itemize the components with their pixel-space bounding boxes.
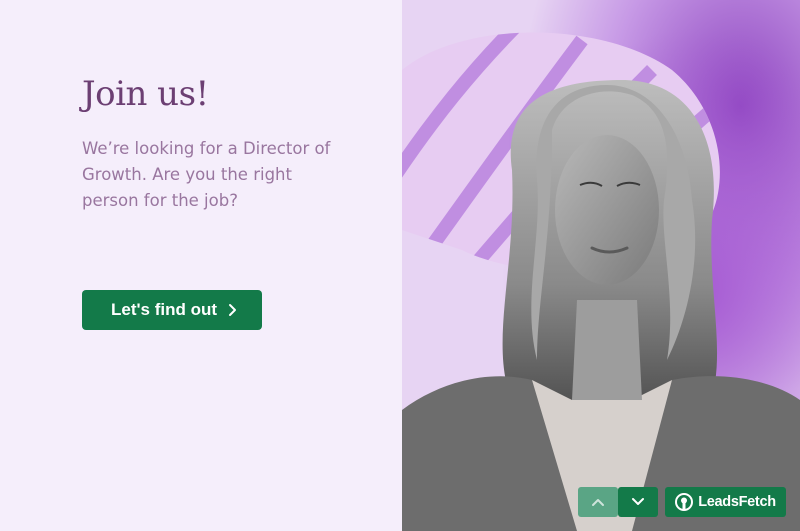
portrait-illustration xyxy=(402,0,800,531)
next-button[interactable] xyxy=(618,487,658,517)
hero-image xyxy=(402,0,800,531)
chevron-up-icon xyxy=(592,499,604,506)
job-description: We’re looking for a Director of Growth. … xyxy=(82,139,331,210)
previous-button[interactable] xyxy=(578,487,618,517)
leadsfetch-badge[interactable]: LeadsFetch xyxy=(665,487,786,517)
page-title: Join us! xyxy=(82,74,209,114)
page: Join us! We’re looking for a Director of… xyxy=(0,0,800,531)
lets-find-out-button[interactable]: Let's find out xyxy=(82,290,262,330)
content-panel: Join us! We’re looking for a Director of… xyxy=(0,0,402,531)
leadsfetch-logo-icon xyxy=(675,493,694,511)
cta-label: Let's find out xyxy=(110,300,218,319)
badge-label: LeadsFetch xyxy=(698,494,776,510)
chevron-down-icon xyxy=(632,498,644,505)
chevron-right-icon xyxy=(229,304,237,316)
